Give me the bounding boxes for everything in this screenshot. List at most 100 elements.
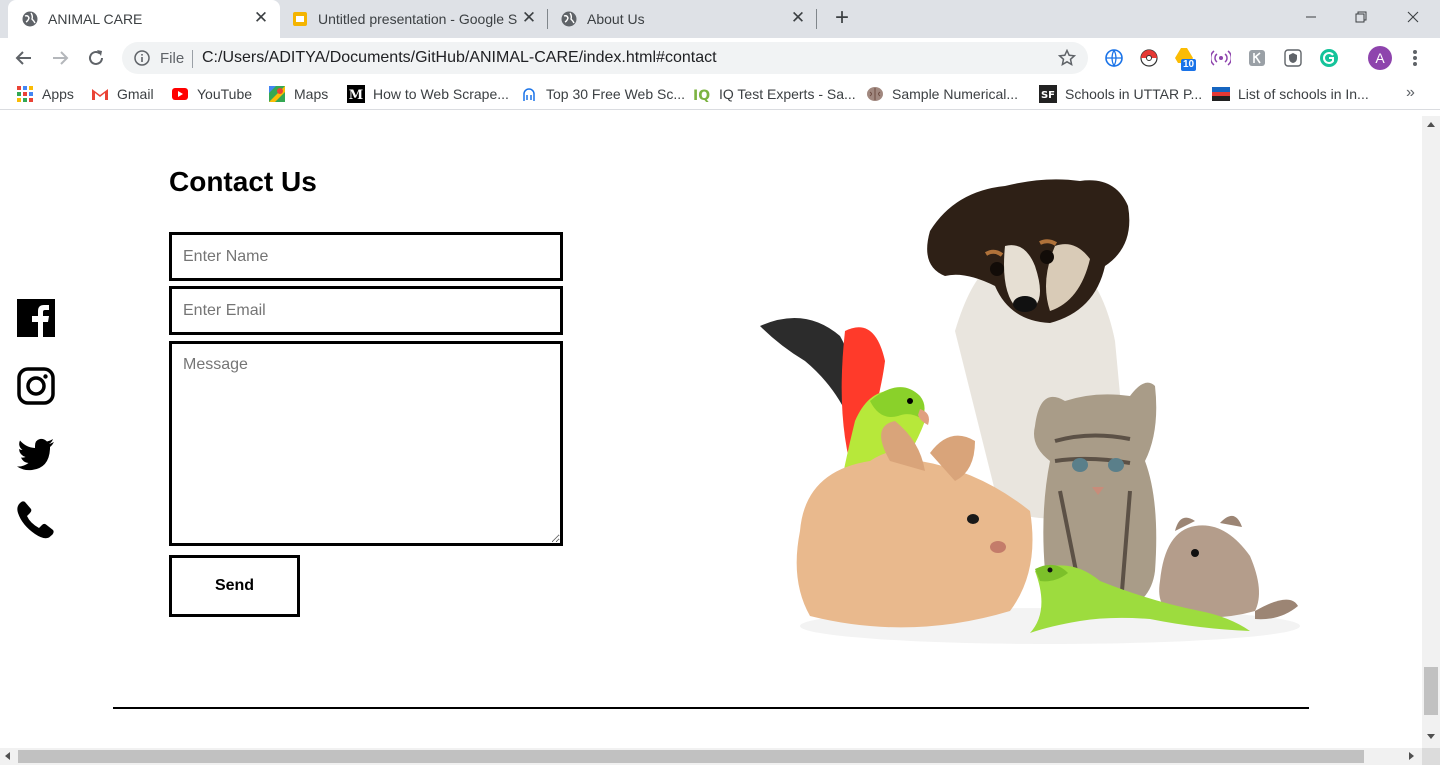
- email-field[interactable]: [169, 286, 563, 335]
- close-tab-icon[interactable]: ✕: [788, 8, 808, 28]
- parrot-wing: [760, 318, 854, 421]
- grey-extension-icon[interactable]: [1247, 48, 1267, 68]
- bookmark-web-scrapers[interactable]: Top 30 Free Web Sc...: [520, 85, 685, 103]
- svg-text:M: M: [349, 88, 363, 103]
- bookmark-label: YouTube: [197, 86, 253, 102]
- octopus-icon: [523, 88, 535, 101]
- bookmark-star-icon[interactable]: [1058, 49, 1076, 67]
- bookmark-sample-numerical[interactable]: Sample Numerical...: [866, 85, 1018, 103]
- instagram-icon[interactable]: [16, 366, 56, 406]
- bookmark-iq-test[interactable]: IQ IQ Test Experts - Sa...: [693, 85, 856, 103]
- close-window-button[interactable]: [1390, 0, 1436, 34]
- bookmark-maps[interactable]: Maps: [268, 85, 328, 103]
- scrollbar-corner: [1422, 748, 1440, 765]
- broadcast-extension-icon[interactable]: [1211, 48, 1231, 68]
- more-menu-icon[interactable]: [1410, 48, 1420, 68]
- facebook-icon[interactable]: [16, 298, 56, 338]
- youtube-icon: [172, 88, 188, 100]
- message-field[interactable]: [169, 341, 563, 546]
- bookmark-label: How to Web Scrape...: [373, 86, 509, 102]
- notifications-extension[interactable]: 10: [1174, 46, 1200, 72]
- close-icon: [1407, 11, 1419, 23]
- medium-icon: M: [347, 85, 365, 103]
- flag-icon: [1212, 87, 1230, 101]
- twitter-icon[interactable]: [16, 434, 56, 474]
- bookmark-youtube[interactable]: YouTube: [171, 85, 252, 103]
- bookmark-label: Maps: [294, 86, 329, 102]
- minimize-button[interactable]: [1288, 0, 1334, 34]
- tab-untitled-presentation[interactable]: Untitled presentation - Google Sl ✕: [280, 0, 548, 38]
- minimize-icon: [1306, 16, 1316, 18]
- tab-animal-care[interactable]: ANIMAL CARE ✕: [8, 0, 280, 38]
- tab-title: Untitled presentation - Google Sl: [318, 11, 518, 27]
- globe-icon: [561, 11, 577, 27]
- horizontal-scroll-thumb[interactable]: [18, 750, 1364, 763]
- bookmark-label: Sample Numerical...: [892, 86, 1019, 102]
- name-field[interactable]: [169, 232, 563, 281]
- tab-strip: ANIMAL CARE ✕ Untitled presentation - Go…: [0, 0, 1440, 38]
- vertical-scroll-thumb[interactable]: [1424, 667, 1438, 715]
- horizontal-scrollbar[interactable]: [0, 748, 1422, 765]
- google-slides-icon: [293, 12, 307, 26]
- maps-icon: [269, 86, 285, 102]
- bookmark-label: Gmail: [117, 86, 154, 102]
- bookmark-label: Schools in UTTAR P...: [1065, 86, 1203, 102]
- bookmark-apps[interactable]: Apps: [16, 85, 74, 103]
- bookmarks-overflow-button[interactable]: »: [1406, 84, 1415, 102]
- shield-extension-icon[interactable]: [1283, 48, 1303, 68]
- close-tab-icon[interactable]: ✕: [519, 8, 539, 28]
- info-icon[interactable]: [134, 50, 150, 66]
- restore-icon: [1355, 11, 1367, 23]
- iq-icon: IQ: [693, 88, 710, 103]
- back-button[interactable]: [10, 44, 38, 72]
- scroll-left-icon[interactable]: [5, 752, 10, 760]
- omnibox-divider: [192, 50, 193, 68]
- sf-icon: SF: [1039, 85, 1057, 103]
- bookmark-label: IQ Test Experts - Sa...: [719, 86, 856, 102]
- grammarly-icon[interactable]: [1319, 48, 1339, 68]
- brain-icon: [867, 87, 883, 101]
- page-viewport: Contact Us Send: [0, 116, 1422, 748]
- chinchilla-body: [1159, 525, 1259, 618]
- forward-button[interactable]: [46, 44, 74, 72]
- svg-text:SF: SF: [1041, 90, 1055, 101]
- close-tab-icon[interactable]: ✕: [251, 8, 271, 28]
- pokeball-extension-icon[interactable]: [1139, 48, 1159, 68]
- globe-icon: [22, 11, 38, 27]
- bookmark-label: Top 30 Free Web Sc...: [546, 86, 686, 102]
- address-bar[interactable]: File C:/Users/ADITYA/Documents/GitHub/AN…: [122, 42, 1088, 74]
- apps-grid-icon: [17, 86, 33, 102]
- reload-button[interactable]: [82, 44, 110, 72]
- tab-separator: [816, 9, 817, 29]
- gmail-icon: [92, 89, 108, 100]
- scroll-up-icon[interactable]: [1427, 122, 1435, 127]
- tab-about-us[interactable]: About Us ✕: [548, 0, 816, 38]
- restore-button[interactable]: [1338, 0, 1384, 34]
- bookmark-web-scrape[interactable]: M How to Web Scrape...: [347, 85, 509, 103]
- tab-title: About Us: [587, 11, 645, 27]
- scroll-down-icon[interactable]: [1427, 734, 1435, 739]
- scroll-right-icon[interactable]: [1409, 752, 1414, 760]
- bookmark-label: Apps: [42, 86, 74, 102]
- send-button[interactable]: Send: [169, 555, 300, 617]
- url-text[interactable]: C:/Users/ADITYA/Documents/GitHub/ANIMAL-…: [202, 49, 717, 67]
- reload-icon: [89, 50, 103, 65]
- arrow-right-icon: [53, 51, 69, 65]
- bookmark-gmail[interactable]: Gmail: [91, 85, 154, 103]
- bookmarks-bar: Apps Gmail YouTube Maps M How to Web Scr…: [0, 78, 1440, 110]
- browser-toolbar: File C:/Users/ADITYA/Documents/GitHub/AN…: [0, 38, 1440, 78]
- footer-divider: [113, 707, 1309, 709]
- svg-text:IQ: IQ: [693, 88, 710, 103]
- vertical-scrollbar[interactable]: [1422, 116, 1440, 748]
- pets-group-illustration: [760, 179, 1300, 644]
- scheme-label: File: [160, 50, 185, 67]
- bookmark-schools-up[interactable]: SF Schools in UTTAR P...: [1039, 85, 1202, 103]
- new-tab-button[interactable]: +: [829, 6, 855, 32]
- bookmark-list-schools[interactable]: List of schools in In...: [1212, 85, 1369, 103]
- profile-avatar[interactable]: A: [1368, 46, 1392, 70]
- contact-heading: Contact Us: [169, 166, 317, 197]
- tab-title: ANIMAL CARE: [48, 11, 143, 27]
- web-extension-icon[interactable]: [1104, 48, 1124, 68]
- phone-icon[interactable]: [16, 500, 56, 540]
- bookmark-label: List of schools in In...: [1238, 86, 1369, 102]
